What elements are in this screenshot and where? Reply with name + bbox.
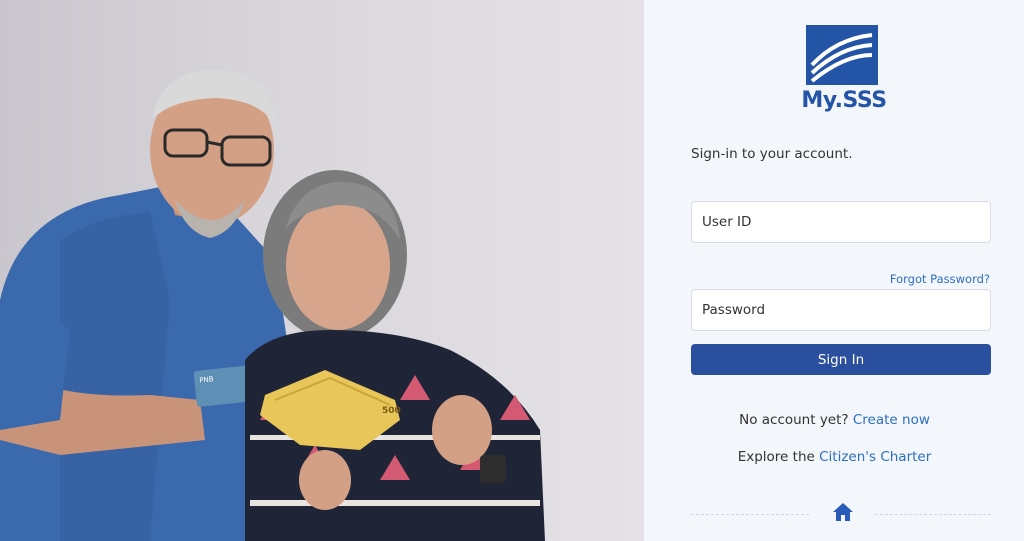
divider-right [875,514,991,515]
create-now-link[interactable]: Create now [853,412,930,428]
explore-text: Explore the [737,449,820,465]
sss-logo-icon [806,25,878,85]
divider-left [691,514,809,515]
signin-panel: My.SSS Sign-in to your account. Forgot P… [643,0,1024,541]
citizens-charter-link[interactable]: Citizen's Charter [819,449,931,465]
home-icon[interactable] [832,502,854,522]
user-id-input[interactable] [691,201,991,243]
banknote-label: 500 [382,406,401,416]
hero-image: PNB 500 [0,0,643,541]
citizens-charter-row: Explore the Citizen's Charter [644,449,1024,465]
card-label: PNB [199,375,214,384]
sign-in-button[interactable]: Sign In [691,344,991,375]
hero-photo: PNB 500 [0,70,545,541]
forgot-password-link[interactable]: Forgot Password? [890,272,990,286]
no-account-text: No account yet? [739,412,853,428]
create-account-row: No account yet? Create now [644,412,1024,428]
signin-subtitle: Sign-in to your account. [691,146,853,162]
password-input[interactable] [691,289,991,331]
logo-text: My.SSS [801,88,887,113]
